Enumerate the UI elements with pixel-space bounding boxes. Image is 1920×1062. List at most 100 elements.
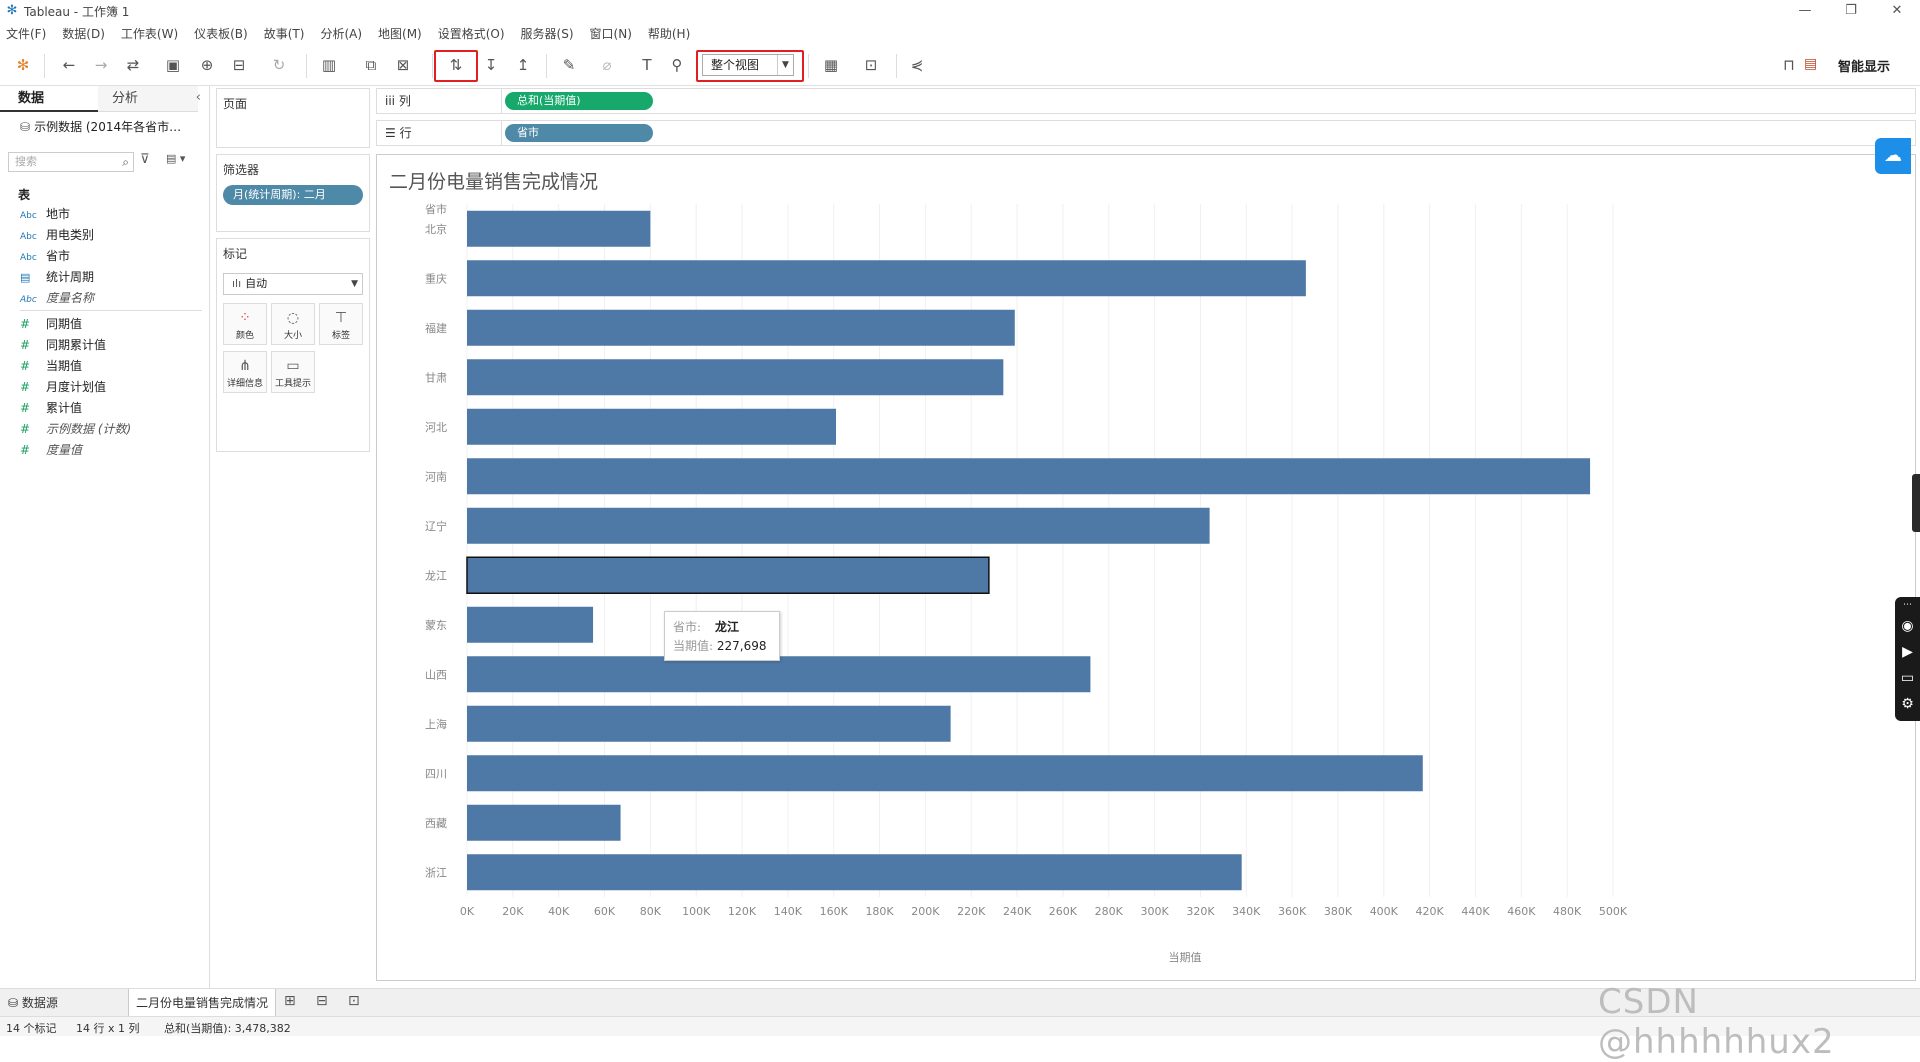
size-button[interactable]: ◌ 大小 [271,303,315,345]
view-list-icon[interactable]: ▤ ▾ [166,152,185,165]
category-label[interactable]: 龙江 [425,569,447,582]
category-label[interactable]: 浙江 [425,866,447,879]
category-label[interactable]: 西藏 [425,817,447,830]
window-icon[interactable]: ▭ [1895,665,1920,691]
bar[interactable] [467,656,1091,693]
category-label[interactable]: 山西 [425,668,447,681]
menu-story[interactable]: 故事(T) [264,25,305,42]
share-icon[interactable]: ⋞ [906,54,928,76]
menu-window[interactable]: 窗口(N) [590,25,632,42]
tab-analysis[interactable]: 分析 [98,86,198,112]
collapse-pane-icon[interactable]: ‹ [196,90,201,105]
menu-analysis[interactable]: 分析(A) [320,25,362,42]
field-item[interactable]: Abc 省市 [20,246,70,266]
minimize-button[interactable]: — [1782,0,1828,22]
highlight-icon[interactable]: ✎ [558,54,580,76]
datasource-item[interactable]: ⛁ 示例数据 (2014年各省市… [20,118,181,135]
save-icon[interactable]: ▣ [162,54,184,76]
new-datasource-icon[interactable]: ⊕ [196,54,218,76]
new-dashboard-icon[interactable]: ⊟ [316,993,328,1009]
color-button[interactable]: ⁘ 颜色 [223,303,267,345]
category-label[interactable]: 北京 [425,222,447,236]
search-input[interactable]: 搜索 ⌕ [8,152,134,172]
columns-shelf[interactable]: iii 列 总和(当期值) [376,88,1916,114]
field-item[interactable]: Abc 度量名称 [20,288,94,308]
menu-data[interactable]: 数据(D) [62,25,105,42]
bar[interactable] [466,556,990,594]
bar[interactable] [467,705,951,742]
show-labels-icon[interactable]: T [636,54,658,76]
bar[interactable] [467,260,1306,297]
category-label[interactable]: 甘肃 [425,371,447,384]
sort-ascending-icon[interactable]: ↧ [480,54,502,76]
video-icon[interactable]: ▶ [1895,639,1920,665]
field-item[interactable]: # 示例数据 (计数) [20,419,131,439]
field-item[interactable]: # 同期累计值 [20,335,106,355]
filter-icon[interactable]: ⊽ [140,152,150,167]
fit-selector[interactable]: 整个视图 ▼ [702,54,794,76]
clear-sheet-icon[interactable]: ⊠ [392,54,414,76]
category-label[interactable]: 上海 [425,717,447,731]
viz-area[interactable]: 北京 重庆 福建 甘肃 河北 河南 辽宁 龙江 蒙东 山西 上海 四川 西藏 浙江 0K 20K 40K 60K… [376,154,1916,981]
field-item[interactable]: # 月度计划值 [20,377,106,397]
camera-icon[interactable]: ◉ [1895,613,1920,639]
duplicate-sheet-icon[interactable]: ⧉ [360,54,382,76]
fix-axes-icon[interactable]: ⚲ [666,54,688,76]
category-label[interactable]: 蒙东 [425,619,447,632]
tooltip-button[interactable]: ▭ 工具提示 [271,351,315,393]
field-item[interactable]: Abc 用电类别 [20,225,94,245]
filter-pill[interactable]: 月(统计周期): 二月 [223,185,363,205]
bar[interactable] [467,359,1004,396]
detail-button[interactable]: ⋔ 详细信息 [223,351,267,393]
cloud-icon[interactable]: ☁ [1875,138,1911,174]
category-label[interactable]: 重庆 [425,271,447,285]
menu-help[interactable]: 帮助(H) [648,25,690,42]
menu-map[interactable]: 地图(M) [378,25,422,42]
bar[interactable] [467,854,1242,891]
new-story-icon[interactable]: ⊡ [348,993,360,1009]
mark-type-dropdown[interactable]: ılı 自动 ▼ [223,273,363,295]
presentation-mode-icon[interactable]: ⊡ [860,54,882,76]
gear-icon[interactable]: ⚙ [1895,691,1920,717]
pages-card[interactable]: 页面 [216,88,370,148]
bar[interactable] [467,309,1015,346]
show-cards-icon[interactable]: ▦ [820,54,842,76]
bar[interactable] [467,606,594,643]
undo-icon[interactable]: ← [58,54,80,76]
tab-data[interactable]: 数据 [0,86,98,112]
swap-rows-columns-icon[interactable]: ⇅ [445,54,467,76]
bar[interactable] [467,507,1210,544]
pause-updates-icon[interactable]: ⊟ [228,54,250,76]
field-item[interactable]: # 累计值 [20,398,82,418]
bar[interactable] [467,458,1591,495]
field-item[interactable]: ▤ 统计周期 [20,267,94,287]
field-item[interactable]: # 同期值 [20,314,82,334]
field-item[interactable]: # 当期值 [20,356,82,376]
menu-worksheet[interactable]: 工作表(W) [121,25,178,42]
field-item[interactable]: Abc 地市 [20,204,70,224]
category-label[interactable]: 河北 [425,421,447,434]
side-handle[interactable] [1912,474,1920,532]
sort-descending-icon[interactable]: ↥ [512,54,534,76]
replay-icon[interactable]: ⇄ [122,54,144,76]
bar[interactable] [467,804,621,841]
new-sheet-icon[interactable]: ▥ [318,54,340,76]
category-label[interactable]: 福建 [425,321,447,335]
smart-show-button[interactable]: 智能显示 [1838,56,1890,75]
category-label[interactable]: 四川 [425,767,447,780]
bar[interactable] [467,210,651,247]
tableau-start-icon[interactable]: ✻ [12,54,34,76]
bar[interactable] [467,408,837,445]
menu-format[interactable]: 设置格式(O) [438,25,505,42]
menu-server[interactable]: 服务器(S) [521,25,574,42]
new-sheet-icon[interactable]: ⊞ [284,993,296,1009]
group-icon[interactable]: ⌀ [596,54,618,76]
field-item[interactable]: # 度量值 [20,440,82,460]
menu-file[interactable]: 文件(F) [6,25,46,42]
rows-shelf[interactable]: ☰ 行 省市 [376,120,1916,146]
category-label[interactable]: 辽宁 [425,519,447,533]
close-button[interactable]: ✕ [1874,0,1920,22]
show-me-pin-icon[interactable]: ⊓ [1778,54,1800,76]
columns-pill[interactable]: 总和(当期值) [505,92,653,110]
redo-icon[interactable]: → [90,54,112,76]
